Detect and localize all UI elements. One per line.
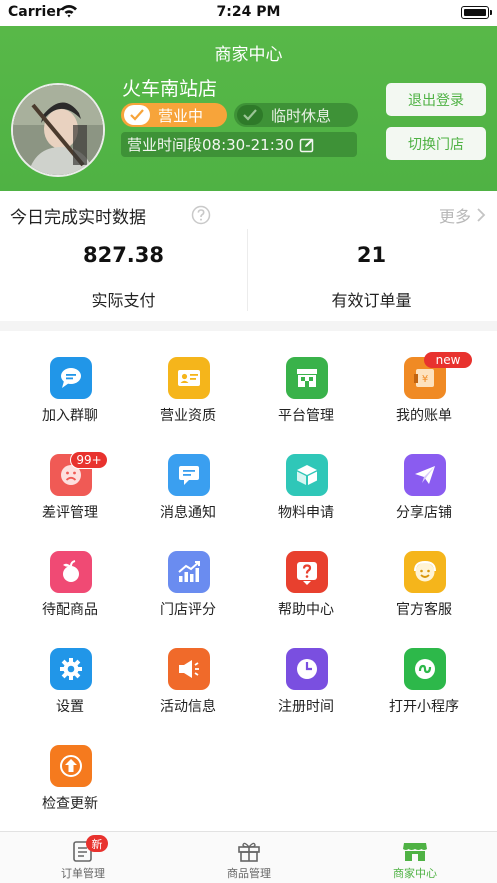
- today-stats-panel: 今日完成实时数据 更多 827.38 实际支付 21 有效订单量: [0, 191, 497, 321]
- tab-label: 商家中心: [393, 867, 437, 880]
- grid-item-my-bill[interactable]: ¥ 我的账单: [362, 331, 486, 424]
- clock-icon: [286, 648, 328, 690]
- box-icon: [286, 454, 328, 496]
- logout-button[interactable]: 退出登录: [386, 83, 486, 116]
- page-title: 商家中心: [214, 45, 283, 65]
- grid-item-share-store[interactable]: 分享店铺: [362, 428, 486, 521]
- grid-item-material-request[interactable]: 物料申请: [244, 428, 368, 521]
- mini-program-icon: [404, 648, 446, 690]
- clock-time: 7:24 PM: [216, 4, 281, 20]
- grid-item-label: 门店评分: [160, 602, 216, 618]
- grid-item-label: 差评管理: [42, 505, 98, 521]
- grid-item-help-center[interactable]: 帮助中心: [244, 525, 368, 618]
- grid-item-store-rating[interactable]: 门店评分: [126, 525, 250, 618]
- business-hours-text: 营业时间段08:30-21:30: [127, 136, 294, 154]
- switch-store-button[interactable]: 切换门店: [386, 127, 486, 160]
- grid-item-label: 待配商品: [42, 602, 98, 618]
- new-badge: new: [424, 352, 472, 368]
- review-count-badge: 99+: [70, 451, 108, 469]
- message-icon: [168, 454, 210, 496]
- grid-item-message-notification[interactable]: 消息通知: [126, 428, 250, 521]
- tab-merchant-center[interactable]: 商家中心: [332, 832, 497, 883]
- status-bar: Carrier 7:24 PM: [0, 0, 497, 26]
- grid-item-label: 官方客服: [396, 602, 452, 618]
- bottom-tab-bar: 新 订单管理 商品管理 商家中心: [0, 831, 497, 883]
- temporary-rest-label: 临时休息: [271, 106, 332, 125]
- orders-new-badge: 新: [86, 835, 108, 852]
- grid-item-activity-info[interactable]: 活动信息: [126, 622, 250, 715]
- grid-item-label: 注册时间: [278, 699, 334, 715]
- grid-item-label: 我的账单: [396, 408, 452, 424]
- grid-item-label: 平台管理: [278, 408, 334, 424]
- grid-item-business-license[interactable]: 营业资质: [126, 331, 250, 424]
- more-label: 更多: [438, 207, 471, 226]
- grid-item-platform-management[interactable]: 平台管理: [244, 331, 368, 424]
- open-status-toggle[interactable]: 营业中: [121, 103, 227, 127]
- megaphone-icon: [168, 648, 210, 690]
- grid-item-join-group[interactable]: 加入群聊: [8, 331, 132, 424]
- paid-amount-stat[interactable]: 827.38 实际支付: [0, 243, 247, 311]
- paid-amount-value: 827.38: [82, 243, 165, 267]
- question-icon: [286, 551, 328, 593]
- tab-label: 商品管理: [227, 867, 271, 880]
- chevron-right-icon: [477, 208, 486, 222]
- open-status-label: 营业中: [158, 106, 204, 125]
- grid-item-label: 帮助中心: [278, 602, 334, 618]
- fruit-icon: [50, 551, 92, 593]
- valid-orders-label: 有效订单量: [331, 291, 412, 310]
- function-grid: 加入群聊 营业资质 平台管理 ¥ 我的账单 差评管理 消息通知 物料申请 分享店…: [0, 331, 497, 831]
- tab-order-management[interactable]: 新 订单管理: [0, 832, 166, 883]
- tab-label: 订单管理: [61, 867, 105, 880]
- grid-item-label: 设置: [56, 699, 84, 715]
- grid-item-registration-time[interactable]: 注册时间: [244, 622, 368, 715]
- check-icon: [124, 105, 150, 125]
- valid-orders-value: 21: [356, 243, 387, 267]
- merchant-header: 商家中心 火车南站店 营业中 临时休息 营业时间段08:30-21:30 退出登…: [0, 26, 497, 191]
- more-link[interactable]: 更多: [439, 203, 487, 227]
- update-icon: [50, 745, 92, 787]
- smile-service-icon: [404, 551, 446, 593]
- grid-item-label: 消息通知: [160, 505, 216, 521]
- shop-name: 火车南站店: [122, 78, 218, 100]
- check-icon: [237, 105, 263, 125]
- chat-bubble-icon: [50, 357, 92, 399]
- grid-item-label: 打开小程序: [389, 699, 459, 715]
- grid-item-settings[interactable]: 设置: [8, 622, 132, 715]
- valid-orders-stat[interactable]: 21 有效订单量: [248, 243, 495, 311]
- grid-item-bad-review-management[interactable]: 差评管理: [8, 428, 132, 521]
- tab-goods-management[interactable]: 商品管理: [166, 832, 332, 883]
- grid-item-check-update[interactable]: 检查更新: [8, 719, 132, 812]
- grid-item-label: 营业资质: [160, 408, 216, 424]
- grid-item-label: 活动信息: [160, 699, 216, 715]
- store-icon: [403, 843, 427, 861]
- grid-item-official-support[interactable]: 官方客服: [362, 525, 486, 618]
- battery-icon: [461, 6, 492, 19]
- grid-item-pending-goods[interactable]: 待配商品: [8, 525, 132, 618]
- storefront-icon: [286, 357, 328, 399]
- help-icon[interactable]: [191, 205, 211, 225]
- section-gap: [0, 321, 497, 331]
- rising-chart-icon: [168, 551, 210, 593]
- avatar[interactable]: [11, 83, 105, 177]
- business-hours[interactable]: 营业时间段08:30-21:30: [121, 132, 357, 157]
- gear-icon: [50, 648, 92, 690]
- id-card-icon: [168, 357, 210, 399]
- gift-box-icon: [238, 842, 260, 862]
- edit-icon[interactable]: [299, 137, 315, 153]
- avatar-photo: [13, 85, 103, 175]
- grid-item-label: 加入群聊: [42, 408, 98, 424]
- svg-text:¥: ¥: [422, 374, 428, 385]
- grid-item-open-mini-program[interactable]: 打开小程序: [362, 622, 486, 715]
- paper-plane-icon: [404, 454, 446, 496]
- paid-amount-label: 实际支付: [91, 291, 156, 310]
- grid-item-label: 检查更新: [42, 796, 98, 812]
- temporary-rest-toggle[interactable]: 临时休息: [234, 103, 358, 127]
- grid-item-label: 物料申请: [278, 505, 334, 521]
- stats-title: 今日完成实时数据: [10, 208, 146, 228]
- grid-item-label: 分享店铺: [396, 505, 452, 521]
